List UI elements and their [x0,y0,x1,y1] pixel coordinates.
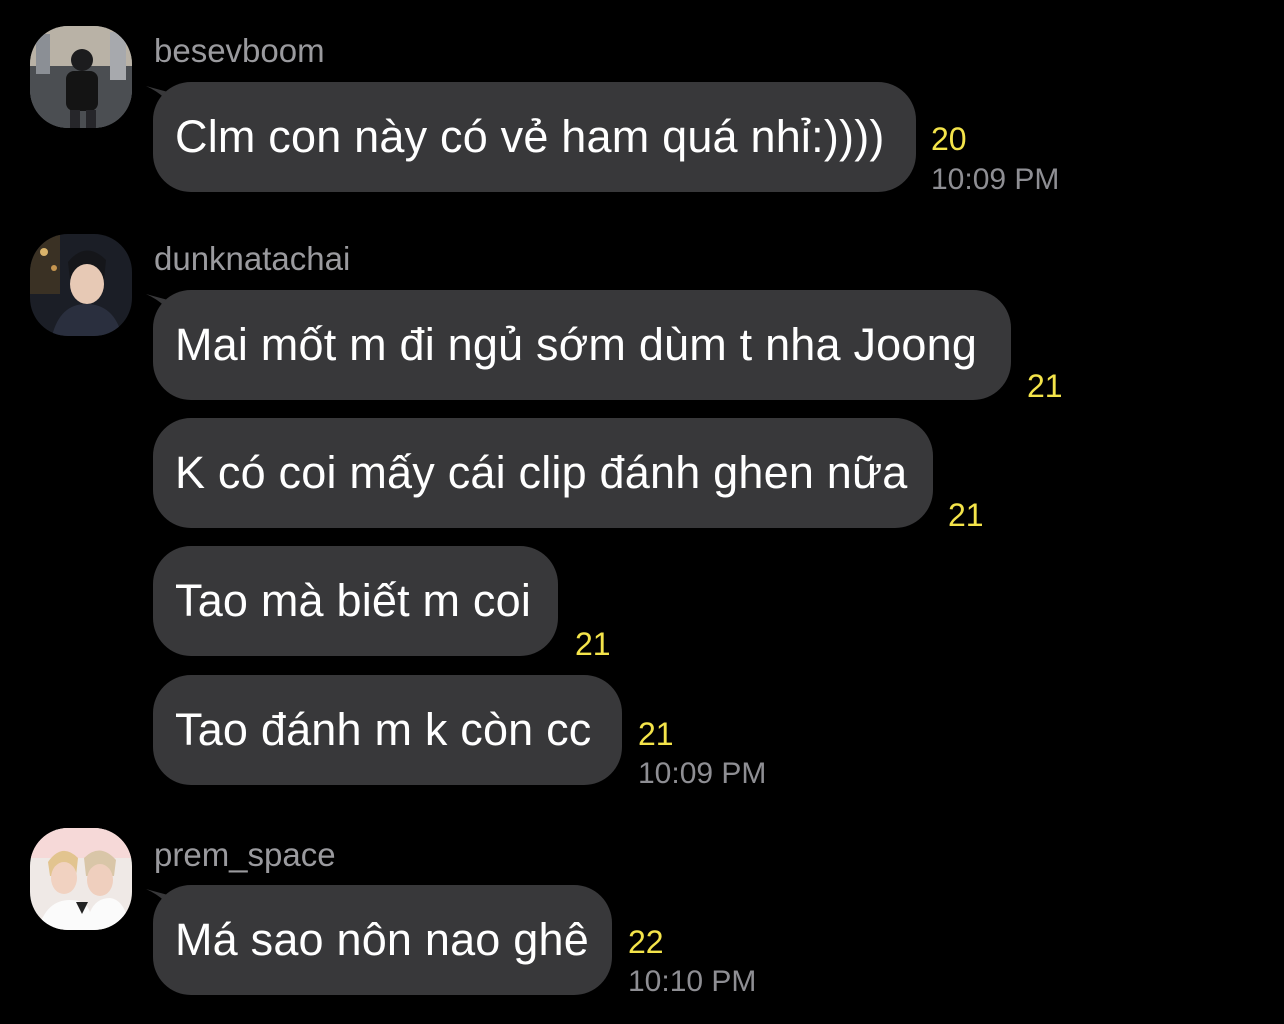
user-photo-avatar-icon [30,234,132,336]
avatar-prem-space[interactable] [30,828,132,930]
message-text: Mai mốt m đi ngủ sớm dùm t nha Joong [175,319,978,370]
message-timestamp: 10:09 PM [931,163,1060,196]
message-text: K có coi mấy cái clip đánh ghen nữa [175,447,908,498]
sender-name[interactable]: prem_space [154,835,336,875]
message-timestamp: 10:09 PM [638,757,767,790]
sender-name[interactable]: besevboom [154,31,325,71]
user-photo-avatar-icon [30,828,132,930]
message-count: 21 [1027,368,1063,404]
message-bubble[interactable]: K có coi mấy cái clip đánh ghen nữa [153,418,933,528]
message-count: 21 [948,497,984,533]
message-text: Clm con này có vẻ ham quá nhỉ:)))) [175,111,885,162]
avatar-dunknatachai[interactable] [30,234,132,336]
message-timestamp: 10:10 PM [628,965,757,998]
message-count: 20 [931,121,967,157]
message-text: Tao đánh m k còn cc [175,704,592,755]
user-photo-avatar-icon [30,26,132,128]
message-text: Tao mà biết m coi [175,575,532,626]
message-bubble[interactable]: Tao đánh m k còn cc [153,675,622,785]
message-text: Má sao nôn nao ghê [175,914,589,965]
message-bubble[interactable]: Clm con này có vẻ ham quá nhỉ:)))) [153,82,916,192]
avatar-besevboom[interactable] [30,26,132,128]
message-bubble[interactable]: Mai mốt m đi ngủ sớm dùm t nha Joong [153,290,1011,400]
message-bubble[interactable]: Tao mà biết m coi [153,546,558,656]
message-count: 21 [638,716,674,752]
sender-name[interactable]: dunknatachai [154,239,350,279]
message-count: 21 [575,626,611,662]
message-count: 22 [628,924,664,960]
message-bubble[interactable]: Má sao nôn nao ghê [153,885,612,995]
